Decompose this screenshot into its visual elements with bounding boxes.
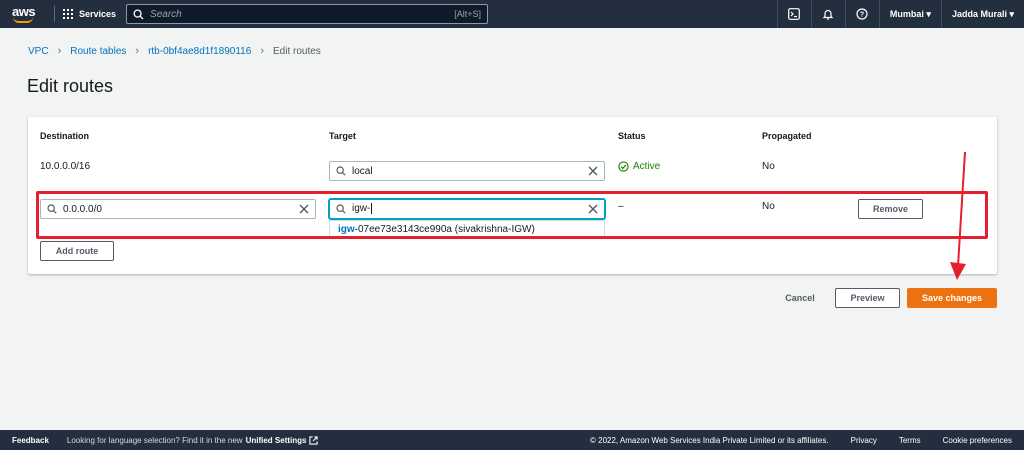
global-search-input[interactable]: Search [Alt+S] <box>126 4 489 24</box>
breadcrumb-current: Edit routes <box>272 45 321 57</box>
row1-status-text: Active <box>633 161 661 172</box>
services-menu-button[interactable]: Services <box>63 9 116 19</box>
page-title: Edit routes <box>27 76 114 96</box>
terminal-icon <box>788 8 801 20</box>
breadcrumb: VPC › Route tables › rtb-0bf4ae8d1f18901… <box>28 45 321 57</box>
check-circle-icon <box>618 161 629 172</box>
chevron-right-icon: › <box>135 45 140 57</box>
language-note: Looking for language selection? Find it … <box>66 435 243 445</box>
chevron-right-icon: › <box>57 45 62 57</box>
header-destination: Destination <box>40 131 90 141</box>
help-button[interactable]: ? <box>844 0 879 28</box>
header-status: Status <box>618 131 646 141</box>
chevron-right-icon: › <box>260 45 264 57</box>
user-label: Jadda Murali ▾ <box>951 8 1014 19</box>
aws-smile-icon <box>13 17 33 23</box>
add-route-button[interactable]: Add route <box>40 241 114 261</box>
preview-button[interactable]: Preview <box>835 288 900 308</box>
nav-divider <box>54 6 55 22</box>
search-placeholder: Search <box>150 8 182 20</box>
row1-target-value: local <box>352 165 373 177</box>
breadcrumb-vpc[interactable]: VPC <box>28 46 49 57</box>
breadcrumb-route-tables[interactable]: Route tables <box>70 46 126 57</box>
grid-icon <box>63 9 73 19</box>
terms-link[interactable]: Terms <box>899 436 921 445</box>
svg-text:?: ? <box>860 12 864 19</box>
footer: Feedback Looking for language selection?… <box>0 430 1024 450</box>
row1-propagated: No <box>762 161 775 172</box>
header-target: Target <box>329 131 356 141</box>
bell-icon <box>822 9 834 20</box>
annotation-arrow-icon <box>950 151 966 280</box>
services-label: Services <box>79 9 117 19</box>
help-icon: ? <box>856 8 869 20</box>
notifications-button[interactable] <box>810 0 845 28</box>
account-menu[interactable]: Jadda Murali ▾ <box>940 0 1024 28</box>
search-icon <box>133 8 144 20</box>
annotation-highlight-box <box>36 191 988 239</box>
row1-target-input[interactable]: local <box>329 161 605 181</box>
save-changes-button[interactable]: Save changes <box>907 288 997 308</box>
copyright-text: © 2022, Amazon Web Services India Privat… <box>590 435 829 445</box>
breadcrumb-route-table-id[interactable]: rtb-0bf4ae8d1f1890116 <box>148 46 251 57</box>
aws-logo[interactable]: aws <box>10 3 46 25</box>
cookie-preferences-link[interactable]: Cookie preferences <box>943 436 1012 445</box>
header-propagated: Propagated <box>762 131 812 141</box>
region-selector[interactable]: Mumbai ▾ <box>878 0 941 28</box>
external-link-icon <box>309 435 319 445</box>
cancel-button[interactable]: Cancel <box>778 288 822 308</box>
row1-destination: 10.0.0.0/16 <box>40 161 91 172</box>
feedback-link[interactable]: Feedback <box>12 436 49 445</box>
privacy-link[interactable]: Privacy <box>851 436 877 445</box>
row1-status: Active <box>618 161 660 172</box>
region-label: Mumbai ▾ <box>889 8 931 19</box>
cloudshell-button[interactable] <box>776 0 811 28</box>
unified-settings-link[interactable]: Unified Settings <box>246 436 307 445</box>
search-icon <box>336 166 346 176</box>
top-navigation: aws Services Search [Alt+S] ? Mumbai ▾ J… <box>0 0 1024 28</box>
search-shortcut: [Alt+S] <box>454 9 482 19</box>
clear-icon[interactable] <box>588 166 598 176</box>
